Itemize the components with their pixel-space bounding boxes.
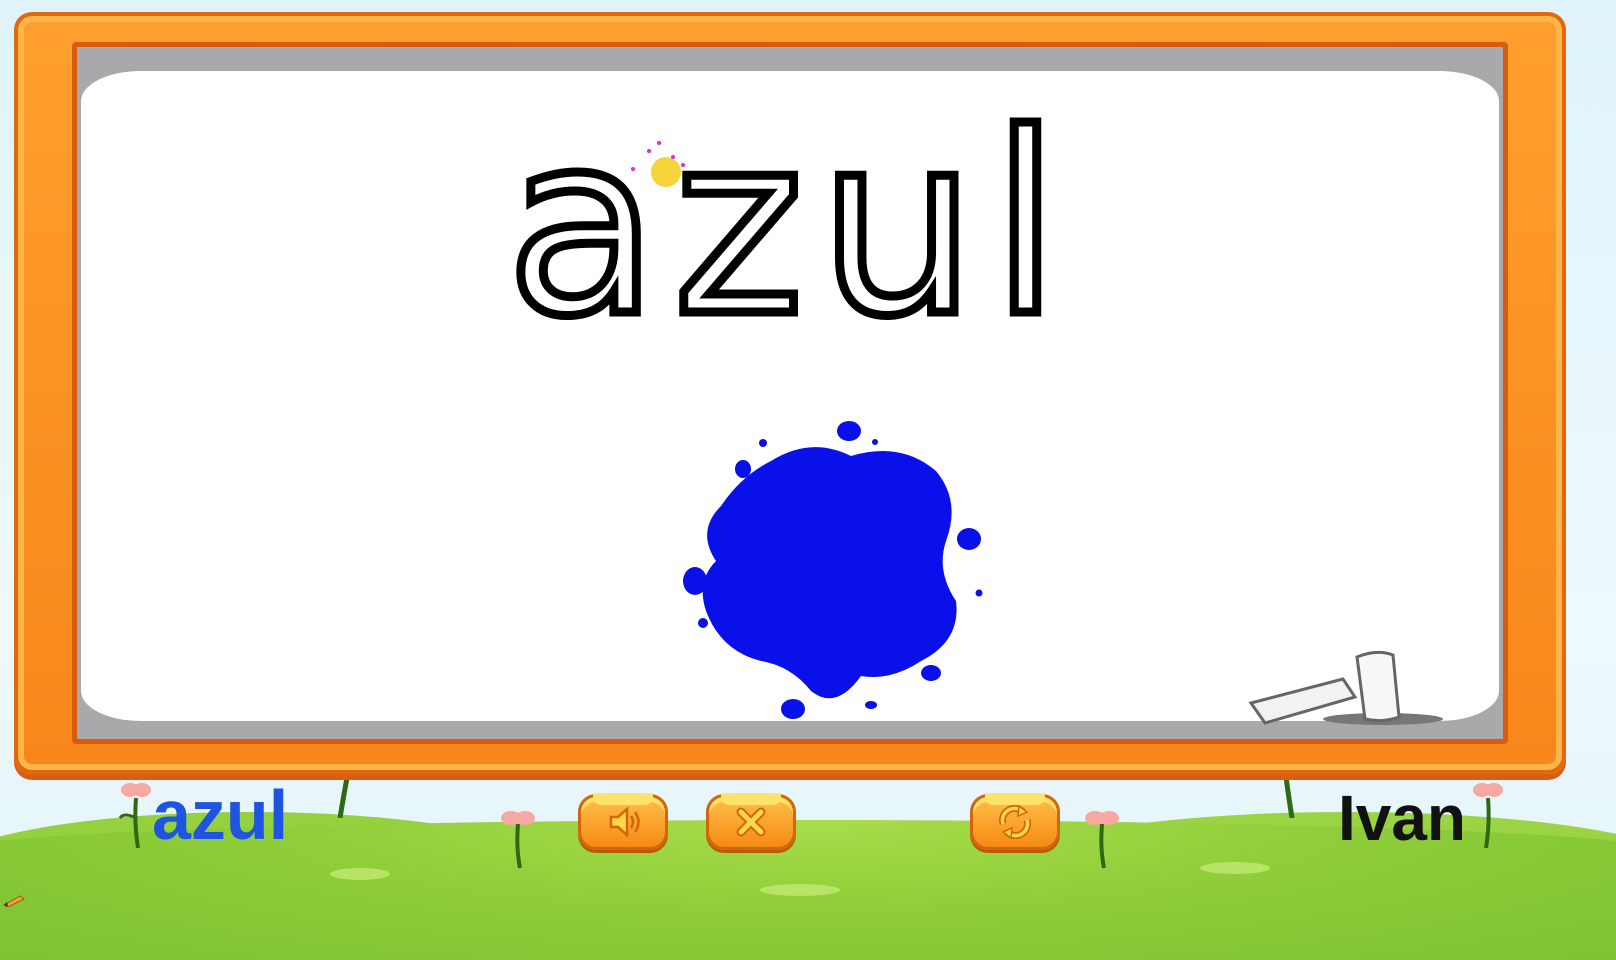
grass-patch <box>760 884 840 896</box>
speaker-icon <box>609 806 640 838</box>
grass-patch <box>1200 862 1270 874</box>
whiteboard-writing-area[interactable]: azul <box>81 71 1499 721</box>
repeat-button[interactable] <box>970 793 1060 850</box>
eraser-and-chalk[interactable] <box>1243 639 1443 729</box>
sparkle <box>647 149 651 153</box>
sound-button[interactable] <box>578 793 668 850</box>
sparkle <box>657 141 661 145</box>
sparkle <box>681 163 685 167</box>
flower-decoration <box>1085 811 1119 869</box>
trace-start-dot[interactable] <box>651 157 681 187</box>
flower-decoration <box>501 811 535 869</box>
whiteboard-surface: azul <box>72 42 1508 744</box>
button-drip <box>593 793 653 805</box>
sparkle <box>631 167 635 171</box>
close-button[interactable] <box>706 793 796 850</box>
trace-word[interactable]: azul <box>81 96 1499 355</box>
student-name: Ivan <box>1337 782 1466 854</box>
grass-patch <box>330 868 390 880</box>
flower-decoration <box>1473 783 1503 848</box>
sparkle <box>671 155 675 159</box>
whiteboard-frame: azul <box>14 12 1566 774</box>
blue-paint-splat <box>683 421 983 719</box>
pencil-icon[interactable] <box>2 893 28 907</box>
game-scene: azul azul Ivan <box>0 0 1616 960</box>
caption-word: azul <box>152 776 289 854</box>
close-icon <box>736 807 766 837</box>
flower-decoration <box>118 783 151 848</box>
repeat-icon <box>998 804 1032 840</box>
button-drip <box>985 793 1045 805</box>
button-drip <box>721 793 781 805</box>
